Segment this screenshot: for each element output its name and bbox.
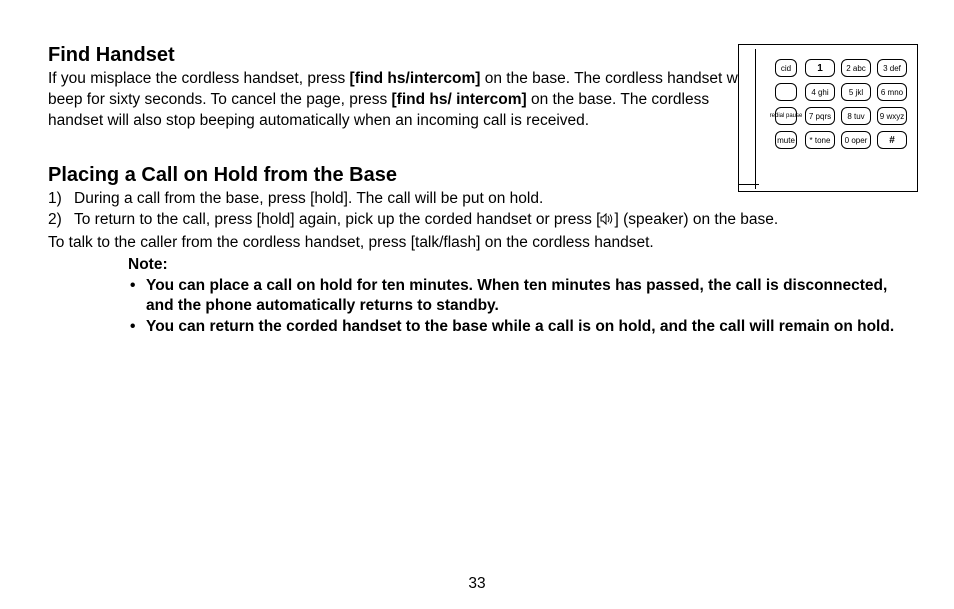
keypad-side-key: redial pause: [775, 107, 797, 125]
speaker-icon: [600, 213, 614, 225]
hold-steps-list: 1) During a call from the base, press [h…: [48, 189, 906, 231]
keypad-key-1: 1: [805, 59, 835, 77]
keypad-key-2: 2 abc: [841, 59, 871, 77]
text-fragment: To return to the call, press: [74, 211, 257, 228]
keypad-key-star: * tone: [805, 131, 835, 149]
text-fragment: on the cordless handset.: [480, 234, 653, 251]
text-fragment: To talk to the caller from the cordless …: [48, 234, 411, 251]
keypad-key-6: 6 mno: [877, 83, 907, 101]
keypad-key-4: 4 ghi: [805, 83, 835, 101]
keypad-side-key: cid: [775, 59, 797, 77]
talk-flash-key: [talk/flash]: [411, 234, 481, 251]
find-hs-intercom-key: [find hs/ intercom]: [392, 91, 527, 108]
key-label: 1: [817, 63, 823, 74]
keypad-key-3: 3 def: [877, 59, 907, 77]
text-fragment: During a call from the base, press: [74, 190, 310, 207]
keypad-baseline: [739, 184, 759, 185]
note-list: You can place a call on hold for ten min…: [128, 276, 906, 339]
keypad-side-key: [775, 83, 797, 101]
text-fragment: (speaker) on the base.: [619, 211, 778, 228]
hold-key: [hold]: [257, 211, 295, 228]
hold-key: [hold]: [310, 190, 348, 207]
talk-flash-paragraph: To talk to the caller from the cordless …: [48, 233, 906, 254]
text-fragment: If you misplace the cordless handset, pr…: [48, 70, 350, 87]
keypad-key-8: 8 tuv: [841, 107, 871, 125]
keypad-key-9: 9 wxyz: [877, 107, 907, 125]
note-label: Note:: [128, 256, 906, 274]
phone-keypad-illustration: cid redial pause mute 1 2 abc 3 def 4 gh…: [738, 44, 918, 192]
page-number: 33: [0, 575, 954, 593]
note-block: Note: You can place a call on hold for t…: [128, 256, 906, 339]
keypad-key-5: 5 jkl: [841, 83, 871, 101]
step-number: 2): [48, 210, 62, 231]
note-item: You can return the corded handset to the…: [128, 317, 906, 338]
keypad-key-7: 7 pqrs: [805, 107, 835, 125]
keypad-inner: cid redial pause mute 1 2 abc 3 def 4 gh…: [761, 51, 925, 185]
hold-step-2: 2) To return to the call, press [hold] a…: [48, 210, 906, 231]
key-label: #: [889, 135, 895, 146]
keypad-side-key: mute: [775, 131, 797, 149]
text-fragment: . The call will be put on hold.: [348, 190, 543, 207]
find-hs-intercom-key: [find hs/intercom]: [350, 70, 481, 87]
keypad-divider: [755, 49, 756, 189]
step-number: 1): [48, 189, 62, 210]
note-item: You can place a call on hold for ten min…: [128, 276, 906, 318]
keypad-key-0: 0 oper: [841, 131, 871, 149]
text-fragment: again, pick up the corded handset or pre…: [295, 211, 597, 228]
find-handset-paragraph: If you misplace the cordless handset, pr…: [48, 69, 758, 132]
keypad-key-hash: #: [877, 131, 907, 149]
